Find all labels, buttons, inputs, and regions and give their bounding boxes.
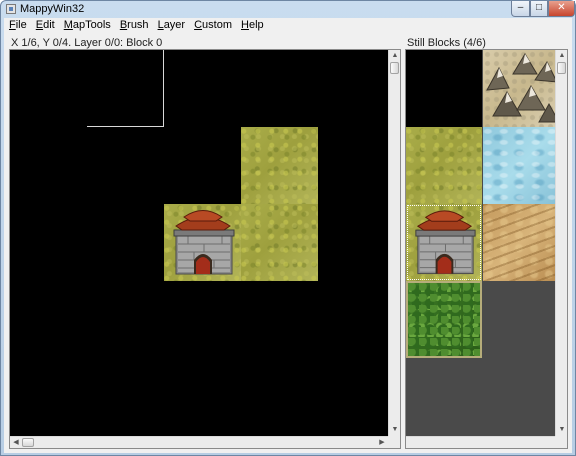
scroll-right-arrow-icon[interactable]: ▶	[376, 437, 388, 449]
map-horizontal-scrollbar[interactable]: ◀ ▶	[10, 436, 388, 448]
scroll-up-arrow-icon[interactable]: ▲	[389, 50, 401, 62]
menu-custom[interactable]: Custom	[189, 19, 236, 32]
scroll-thumb[interactable]	[390, 62, 399, 74]
scroll-left-arrow-icon[interactable]: ◀	[10, 437, 22, 449]
menu-edit[interactable]: Edit	[31, 19, 59, 32]
map-boundary-horizontal	[87, 126, 164, 127]
blocks-vertical-scrollbar[interactable]: ▲ ▼	[555, 50, 567, 436]
block-grass[interactable]	[406, 127, 482, 204]
menu-file[interactable]: File	[4, 19, 31, 32]
still-blocks-panel: ▲ ▼	[405, 49, 568, 449]
block-empty[interactable]	[406, 50, 482, 127]
client-area: X 1/6, Y 0/4. Layer 0/0: Block 0 ▲ ▼ ◀ ▶…	[4, 32, 572, 453]
minimize-button[interactable]: –	[511, 1, 530, 17]
scroll-down-arrow-icon[interactable]: ▼	[556, 424, 568, 436]
close-button[interactable]: ✕	[548, 1, 575, 17]
map-vertical-scrollbar[interactable]: ▲ ▼	[388, 50, 400, 436]
title-bar[interactable]: MappyWin32 – □ ✕	[1, 1, 575, 18]
app-window: MappyWin32 – □ ✕ File Edit MapTools Brus…	[0, 0, 576, 456]
blocks-horizontal-scrollbar[interactable]	[406, 436, 556, 448]
blocks-canvas	[406, 50, 556, 436]
grass-tile[interactable]	[241, 127, 318, 204]
map-canvas[interactable]	[10, 50, 388, 436]
castle-icon	[173, 210, 235, 275]
menu-bar: File Edit MapTools Brush Layer Custom He…	[4, 18, 572, 32]
map-view: ▲ ▼ ◀ ▶	[9, 49, 401, 449]
menu-layer[interactable]: Layer	[153, 19, 190, 32]
block-mountain[interactable]	[483, 50, 556, 127]
app-icon[interactable]	[6, 4, 16, 14]
scroll-thumb[interactable]	[22, 438, 34, 447]
castle-tile[interactable]	[164, 204, 241, 281]
block-forest[interactable]	[406, 281, 482, 358]
still-blocks-label: Still Blocks (4/6)	[407, 37, 486, 49]
grass-tile[interactable]	[241, 204, 318, 281]
cursor-status: X 1/6, Y 0/4. Layer 0/0: Block 0	[11, 37, 163, 49]
scroll-thumb[interactable]	[557, 62, 566, 74]
scrollbar-corner	[388, 436, 400, 448]
map-boundary-vertical	[163, 50, 164, 127]
scroll-up-arrow-icon[interactable]: ▲	[556, 50, 568, 62]
scrollbar-corner	[555, 436, 567, 448]
mountain-icon	[486, 53, 556, 123]
window-title: MappyWin32	[20, 3, 85, 15]
menu-maptools[interactable]: MapTools	[59, 19, 115, 32]
scroll-down-arrow-icon[interactable]: ▼	[389, 424, 401, 436]
menu-brush[interactable]: Brush	[115, 19, 153, 32]
block-castle[interactable]	[406, 204, 482, 281]
block-water[interactable]	[483, 127, 556, 204]
block-sand[interactable]	[483, 204, 556, 281]
menu-help[interactable]: Help	[236, 19, 268, 32]
maximize-button[interactable]: □	[530, 1, 548, 17]
castle-icon	[415, 210, 476, 275]
